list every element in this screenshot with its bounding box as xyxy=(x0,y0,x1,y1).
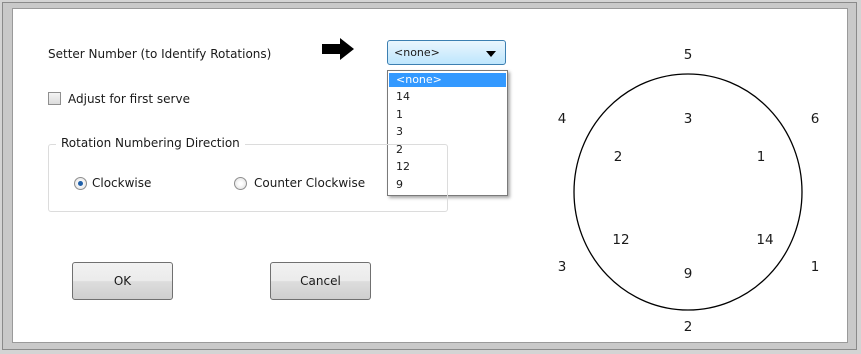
outer-position-label: 6 xyxy=(811,111,820,127)
inner-position-label: 14 xyxy=(756,232,773,248)
outer-position-label: 4 xyxy=(558,111,567,127)
outer-position-label: 5 xyxy=(684,47,693,63)
outer-position-label: 1 xyxy=(811,259,820,275)
outer-position-label: 3 xyxy=(558,259,567,275)
inner-position-label: 2 xyxy=(614,149,623,165)
inner-position-label: 3 xyxy=(684,111,693,127)
rotation-diagram: 5 4 6 3 1 2 3 2 1 12 14 9 xyxy=(558,47,820,335)
outer-position-label: 2 xyxy=(684,319,693,335)
inner-position-label: 9 xyxy=(684,266,693,282)
inner-position-label: 12 xyxy=(612,232,629,248)
inner-position-label: 1 xyxy=(757,149,766,165)
